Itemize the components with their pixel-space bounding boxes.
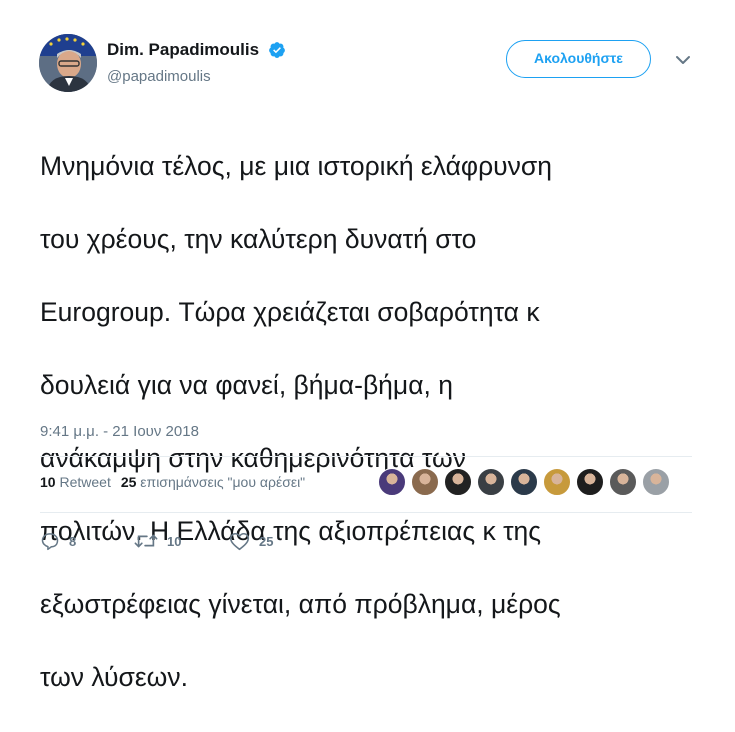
liker-avatar[interactable] bbox=[477, 468, 505, 496]
author-info: Dim. Papadimoulis @papadimoulis bbox=[107, 40, 286, 85]
liker-avatar[interactable] bbox=[543, 468, 571, 496]
reply-count: 8 bbox=[69, 533, 77, 549]
liker-avatar[interactable] bbox=[378, 468, 406, 496]
retweets-count: 10 bbox=[40, 474, 56, 490]
reply-icon bbox=[41, 533, 59, 551]
tweet-text-line: ανάκαμψη στην καθημερινότητα των bbox=[40, 442, 466, 473]
likes-stat[interactable]: 25 επισημάνσεις "μου αρέσει" bbox=[121, 474, 305, 490]
tweet-timestamp[interactable]: 9:41 μ.μ. - 21 Ιουν 2018 bbox=[40, 423, 199, 440]
liker-avatar[interactable] bbox=[642, 468, 670, 496]
liker-avatar[interactable] bbox=[510, 468, 538, 496]
tweet-text-line: Eurogroup. Τώρα χρειάζεται σοβαρότητα κ bbox=[40, 296, 540, 327]
retweet-icon bbox=[134, 534, 158, 548]
tweet-text: Μνημόνια τέλος, με μια ιστορική ελάφρυνσ… bbox=[40, 111, 700, 732]
retweets-stat[interactable]: 10 Retweet bbox=[40, 474, 111, 490]
author-avatar[interactable] bbox=[39, 34, 97, 92]
liker-avatar[interactable] bbox=[609, 468, 637, 496]
follow-button[interactable]: Ακολουθήστε bbox=[506, 40, 651, 78]
author-display-name[interactable]: Dim. Papadimoulis bbox=[107, 40, 259, 60]
tweet-text-line: εξωστρέφειας γίνεται, από πρόβλημα, μέρο… bbox=[40, 588, 561, 619]
author-handle[interactable]: @papadimoulis bbox=[107, 68, 286, 85]
tweet-text-line: των λύσεων. bbox=[40, 661, 188, 692]
like-count: 25 bbox=[259, 533, 274, 549]
divider bbox=[40, 512, 692, 513]
retweets-label: Retweet bbox=[59, 474, 111, 490]
chevron-down-icon[interactable] bbox=[674, 53, 692, 67]
tweet-text-line: Μνημόνια τέλος, με μια ιστορική ελάφρυνσ… bbox=[40, 150, 553, 181]
like-button[interactable]: 25 bbox=[229, 530, 273, 552]
divider bbox=[40, 456, 692, 457]
likes-count: 25 bbox=[120, 474, 137, 490]
heart-icon bbox=[229, 532, 250, 551]
tweet-card: Dim. Papadimoulis @papadimoulis Ακολουθή… bbox=[0, 0, 735, 692]
likes-label: επισημάνσεις "μου αρέσει" bbox=[140, 474, 306, 490]
tweet-text-line: του χρέους, την καλύτερη δυνατή στο bbox=[40, 223, 477, 254]
tweet-text-line: δουλειά για να φανεί, βήμα-βήμα, η bbox=[40, 369, 453, 400]
retweet-button[interactable]: 10 bbox=[134, 530, 181, 552]
verified-badge-icon bbox=[268, 41, 286, 59]
profile-photo-icon bbox=[39, 34, 97, 92]
tweet-stats: 10 Retweet 25 επισημάνσεις "μου αρέσει" bbox=[40, 474, 305, 490]
retweet-count: 10 bbox=[167, 533, 182, 549]
reply-button[interactable]: 8 bbox=[40, 530, 76, 552]
liker-avatar[interactable] bbox=[411, 468, 439, 496]
liker-avatar[interactable] bbox=[444, 468, 472, 496]
liker-avatar[interactable] bbox=[576, 468, 604, 496]
